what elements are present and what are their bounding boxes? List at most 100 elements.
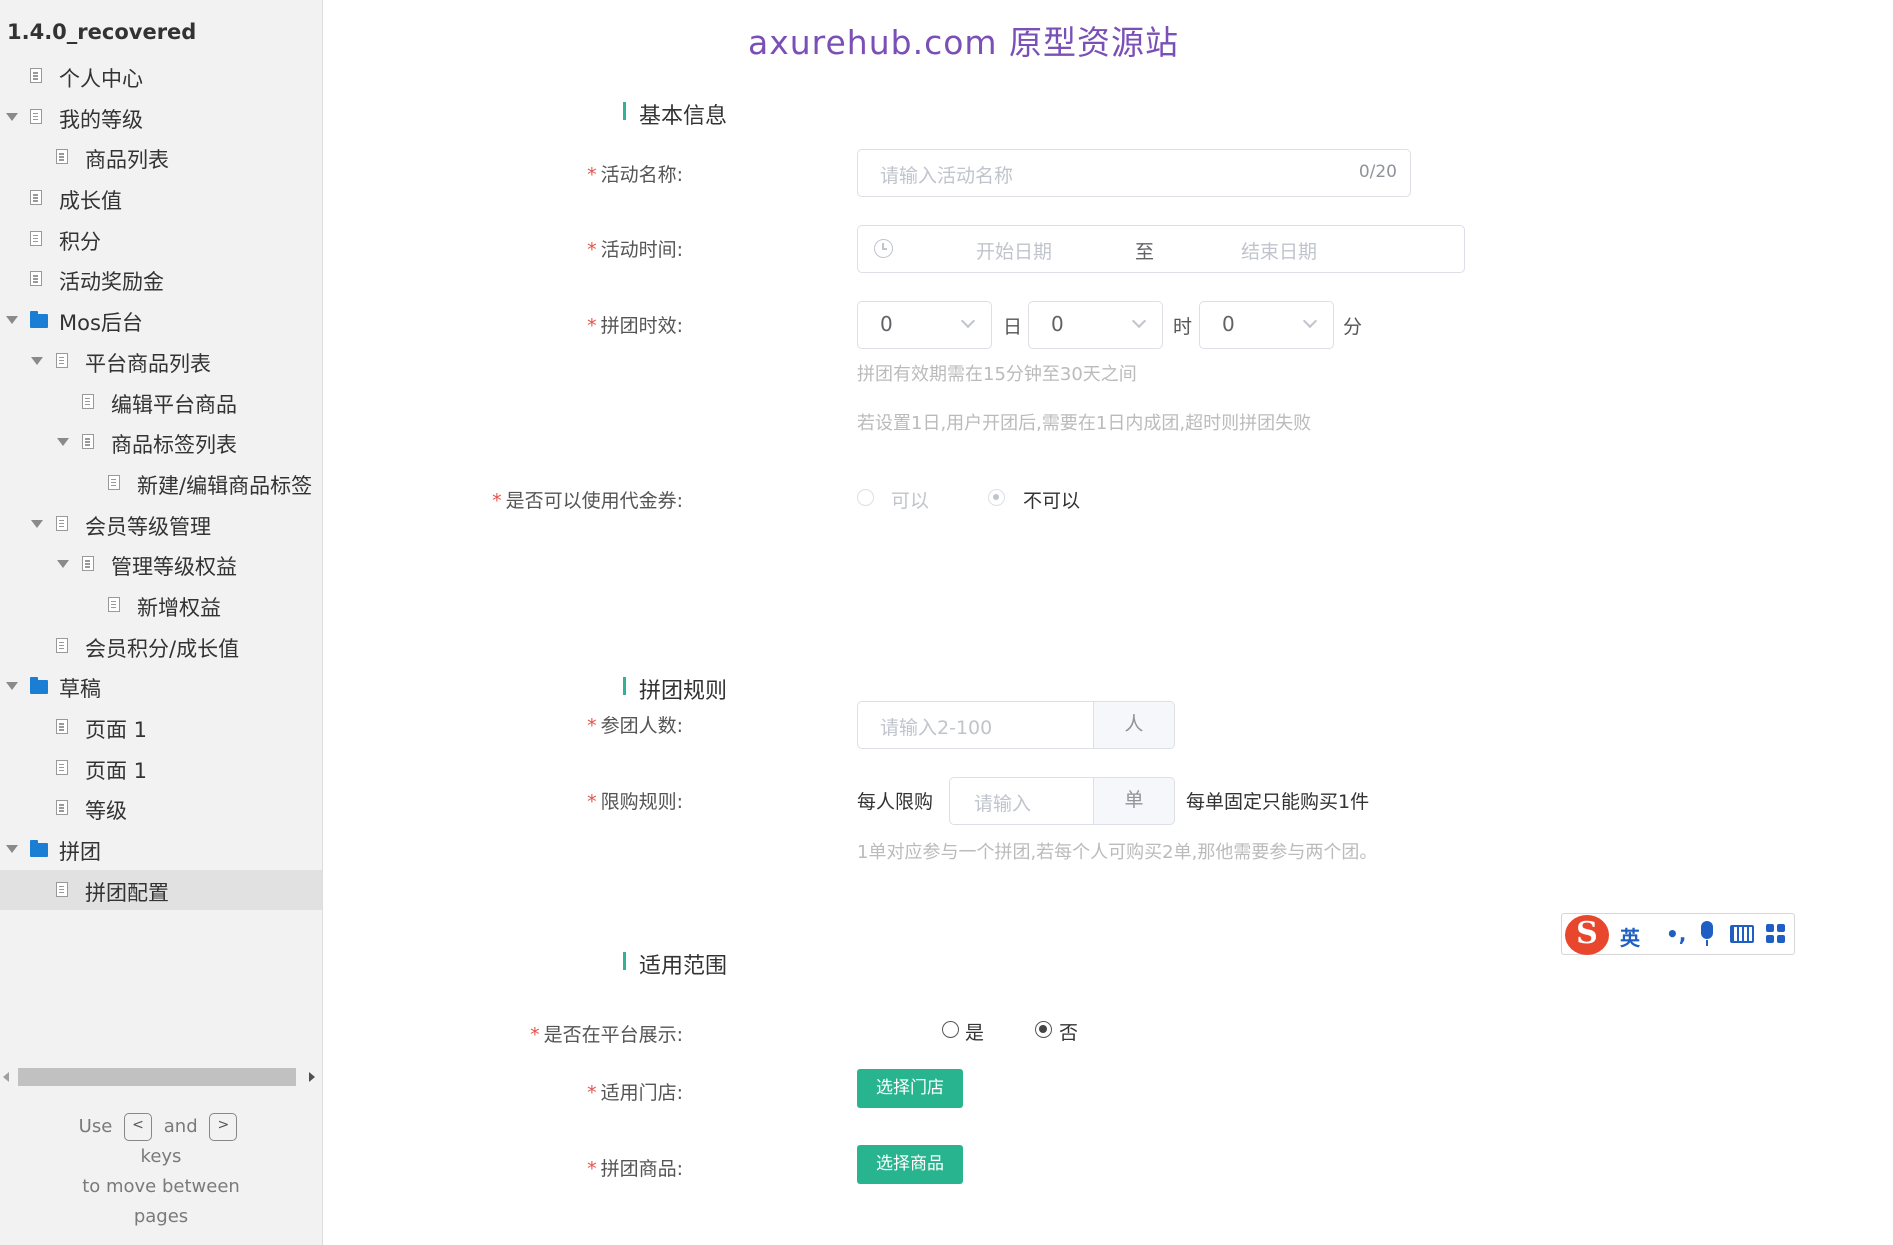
page-icon [30,68,42,83]
participants-input[interactable]: 请输入2-100 [857,701,1094,749]
main-canvas: axurehub.com 原型资源站 基本信息 * 活动名称: 请输入活动名称 0… [323,0,1893,1245]
activity-name-input[interactable]: 请输入活动名称 0/20 [857,149,1411,197]
validity-day-select[interactable]: 0 [857,301,992,349]
sidebar-item[interactable]: 会员积分/成长值 [0,626,322,667]
project-title: 1.4.0_recovered [7,20,197,44]
sidebar-item-label: Mos后台 [59,311,143,336]
sidebar-item[interactable]: 拼团 [0,829,322,870]
hint-use: Use [78,1116,113,1137]
coupon-radio-yes[interactable] [857,489,874,506]
select-product-button[interactable]: 选择商品 [857,1145,963,1184]
minute-unit: 分 [1343,316,1363,338]
page-icon [56,800,68,816]
sidebar-item[interactable]: 新增权益 [0,585,322,626]
ime-toolbar[interactable]: S 英 •, [1561,913,1795,955]
sidebar-item-label: 会员等级管理 [85,514,211,539]
sidebar-item-label: 页面 1 [85,718,148,742]
page-icon [56,515,68,531]
sidebar-item[interactable]: 会员等级管理 [0,504,322,545]
sidebar-item[interactable]: 成长值 [0,178,322,219]
product-label: * 拼团商品: [587,1158,683,1180]
sidebar-item-label: 草稿 [59,677,101,702]
scrollbar-thumb[interactable] [18,1068,296,1086]
expand-caret-icon[interactable] [31,356,43,365]
select-store-button[interactable]: 选择门店 [857,1069,963,1108]
coupon-option-no[interactable]: 不可以 [1023,486,1080,513]
participants-label: * 参团人数: [587,715,683,737]
page-icon [82,556,94,572]
microphone-stand [1706,940,1708,946]
limit-input[interactable]: 请输入 [949,777,1094,825]
sogou-logo-icon[interactable]: S [1565,915,1609,955]
store-label: * 适用门店: [587,1082,683,1104]
sitemap-sidebar: 1.4.0_recovered 个人中心我的等级商品列表成长值积分 活动奖励金 Mo… [0,0,323,1245]
sidebar-item[interactable]: 编辑平台商品 [0,382,322,423]
expand-caret-icon[interactable] [31,519,43,528]
hint-line3: pages [133,1206,189,1227]
keyboard-icon[interactable] [1730,925,1754,943]
expand-caret-icon[interactable] [6,845,18,854]
sidebar-item[interactable]: 活动奖励金 [0,259,322,300]
validity-minute-select[interactable]: 0 [1199,301,1334,349]
microphone-icon[interactable] [1701,921,1713,939]
scroll-right-arrow-icon[interactable] [309,1072,315,1082]
sidebar-item-label: 等级 [85,799,127,824]
hint-and: and [163,1116,198,1137]
sidebar-item[interactable]: 平台商品列表 [0,341,322,382]
page-icon [82,434,94,450]
platform-option-no[interactable]: 否 [1059,1018,1078,1045]
page-icon [30,271,42,287]
coupon-option-yes[interactable]: 可以 [891,486,929,513]
validity-note-2: 若设置1日,用户开团后,需要在1日内成团,超时则拼团失败 [857,413,1312,434]
expand-caret-icon[interactable] [6,316,18,325]
page-icon [30,108,42,124]
validity-label: * 拼团时效: [587,315,683,337]
ime-punctuation-toggle[interactable]: •, [1666,922,1686,946]
sidebar-item[interactable]: 页面 1 [0,707,322,748]
sidebar-item[interactable]: 拼团配置 [0,869,322,911]
limit-unit-addon: 单 [1093,777,1175,825]
activity-name-label: * 活动名称: [587,164,683,186]
sidebar-item[interactable]: 我的等级 [0,97,322,138]
platform-radio-yes[interactable] [942,1021,959,1038]
page-icon [108,474,120,490]
sidebar-item-label: 拼团配置 [85,880,169,905]
hint-line2: to move between [82,1176,240,1197]
chevron-down-icon [1131,313,1147,329]
hour-value: 0 [1051,312,1064,336]
minute-value: 0 [1222,312,1235,336]
platform-option-yes[interactable]: 是 [965,1018,984,1045]
chevron-down-icon [960,313,976,329]
sidebar-item[interactable]: 页面 1 [0,748,322,789]
end-date-placeholder[interactable]: 结束日期 [1241,237,1317,264]
sidebar-item[interactable]: 草稿 [0,666,322,707]
sidebar-item-label: 编辑平台商品 [111,392,237,417]
horizontal-scrollbar[interactable] [0,1066,322,1088]
sidebar-item[interactable]: 管理等级权益 [0,544,322,585]
hour-unit: 时 [1173,316,1193,338]
sidebar-item[interactable]: 新建/编辑商品标签 [0,463,322,504]
ime-mode-toggle[interactable]: 英 [1620,922,1640,951]
platform-radio-no[interactable] [1035,1021,1052,1038]
sidebar-item[interactable]: 商品列表 [0,137,322,178]
sidebar-item[interactable]: 个人中心 [0,56,322,97]
expand-caret-icon[interactable] [6,112,18,121]
start-date-placeholder[interactable]: 开始日期 [976,237,1052,264]
coupon-radio-no[interactable] [988,489,1005,506]
sidebar-item[interactable]: 积分 [0,219,322,260]
sidebar-item-label: 成长值 [59,189,122,214]
folder-icon [30,677,48,695]
limit-prefix: 每人限购 [857,791,934,813]
sidebar-item[interactable]: 等级 [0,788,322,829]
expand-caret-icon[interactable] [57,438,69,447]
sidebar-item-label: 我的等级 [59,107,143,132]
validity-hour-select[interactable]: 0 [1028,301,1163,349]
scroll-left-arrow-icon[interactable] [3,1072,9,1082]
sidebar-item[interactable]: 商品标签列表 [0,422,322,463]
activity-name-counter: 0/20 [1358,162,1397,182]
apps-grid-icon[interactable] [1766,924,1786,944]
sidebar-item[interactable]: Mos后台 [0,300,322,341]
activity-time-range-picker[interactable]: 开始日期 至 结束日期 [857,225,1465,273]
expand-caret-icon[interactable] [6,682,18,691]
expand-caret-icon[interactable] [57,560,69,569]
